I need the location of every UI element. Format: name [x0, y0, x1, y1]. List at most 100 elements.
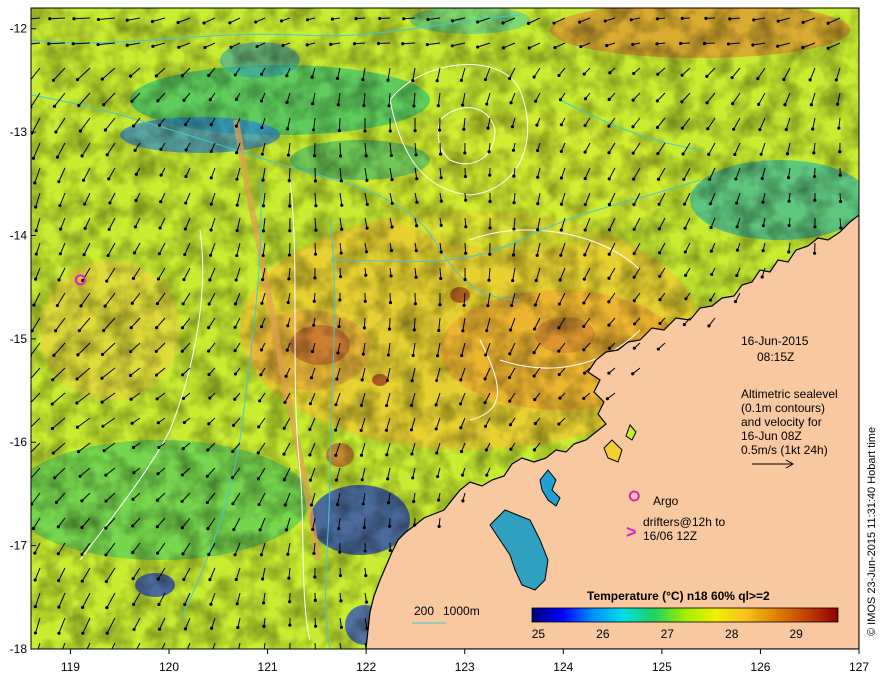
velocity-arrow-head [787, 223, 791, 228]
velocity-arrow-head [156, 472, 160, 476]
velocity-arrow-head [96, 42, 100, 47]
velocity-arrow-head [388, 548, 392, 552]
y-tick-label: -18 [10, 642, 28, 656]
velocity-arrow-head [607, 323, 611, 327]
side-credit: © IMOS 23-Jun-2015 11:31:40 Hobart time [866, 427, 878, 636]
velocity-arrow-head [632, 275, 636, 279]
velocity-arrow-head [130, 301, 134, 305]
velocity-arrow-head [734, 177, 738, 181]
velocity-arrow-head [54, 500, 59, 504]
x-tick-label: 124 [553, 660, 573, 674]
velocity-arrow-head [260, 125, 264, 130]
velocity-arrow-head [233, 397, 237, 401]
velocity-arrow-head [437, 328, 441, 333]
velocity-arrow-head [390, 201, 394, 205]
velocity-arrow-head [157, 252, 161, 256]
velocity-arrow-head [684, 297, 688, 301]
velocity-arrow-head [180, 326, 185, 330]
velocity-arrow-head [155, 397, 159, 401]
velocity-arrow-head [632, 202, 636, 207]
velocity-arrow-head [389, 248, 394, 253]
velocity-arrow-head [508, 328, 513, 332]
velocity-arrow-head [439, 250, 443, 254]
velocity-arrow-head [784, 127, 788, 132]
velocity-arrow-head [210, 650, 213, 653]
velocity-arrow-head [284, 374, 288, 378]
velocity-arrow-head [261, 229, 266, 233]
velocity-arrow-head [105, 631, 109, 635]
velocity-arrow-head [233, 553, 237, 557]
velocity-arrow-head [287, 253, 292, 257]
velocity-arrow-head [557, 73, 561, 78]
velocity-arrow-head [208, 578, 212, 582]
velocity-arrow-head [451, 19, 455, 23]
velocity-arrow-head [305, 43, 309, 47]
velocity-arrow-head [435, 378, 439, 383]
velocity-arrow-head [57, 657, 60, 660]
velocity-arrow-head [182, 98, 186, 102]
velocity-arrow-head [512, 174, 516, 178]
velocity-arrow-head [811, 127, 815, 131]
velocity-arrow-head [308, 453, 312, 457]
velocity-arrow-head [583, 228, 587, 232]
velocity-arrow-head [209, 122, 213, 127]
velocity-arrow-head [288, 650, 291, 653]
velocity-arrow-head [426, 17, 430, 22]
velocity-arrow-head [532, 448, 537, 452]
velocity-arrow-head [680, 16, 684, 21]
velocity-arrow-head [180, 526, 184, 530]
velocity-arrow-head [76, 450, 81, 454]
velocity-arrow-head [184, 651, 187, 654]
velocity-arrow-head [656, 72, 660, 76]
velocity-scale-label: 0.5m/s (1kt 24h) [741, 443, 828, 457]
velocity-arrow-head [231, 476, 235, 480]
velocity-arrow-head [809, 103, 813, 107]
velocity-arrow-head [484, 353, 488, 357]
velocity-arrow-head [206, 527, 210, 531]
velocity-arrow-head [176, 20, 180, 25]
velocity-arrow-head [631, 125, 635, 129]
drifters-legend-line: 16/06 12Z [643, 529, 697, 543]
velocity-arrow-head [631, 42, 635, 47]
velocity-arrow-head [312, 154, 317, 158]
velocity-arrow-head [31, 156, 36, 160]
velocity-arrow-head [760, 275, 764, 279]
velocity-arrow-head [389, 274, 393, 278]
velocity-arrow-head [607, 228, 612, 232]
velocity-arrow-head [401, 42, 405, 46]
velocity-arrow-head [728, 17, 732, 21]
velocity-arrow-head [583, 371, 587, 375]
velocity-arrow-head [709, 225, 713, 230]
velocity-arrow [403, 17, 416, 20]
velocity-arrow-head [813, 198, 817, 202]
velocity-arrow-head [365, 226, 369, 230]
velocity-arrow-head [33, 277, 38, 281]
velocity-arrow-head [759, 152, 763, 156]
velocity-arrow-head [486, 304, 490, 308]
velocity-arrow-head [181, 373, 185, 377]
velocity-arrow-head [735, 248, 740, 252]
velocity-arrow-head [533, 421, 537, 426]
velocity-arrow-head [733, 152, 737, 157]
velocity-arrow-head [438, 303, 442, 307]
velocity-arrow-head [58, 252, 62, 256]
velocity-arrow-head [655, 17, 660, 21]
velocity-arrow-head [459, 78, 464, 82]
velocity-arrow-head [704, 16, 708, 21]
velocity-arrow-head [705, 101, 709, 105]
velocity-arrow-head [582, 277, 586, 281]
velocity-arrow-head [207, 552, 211, 557]
velocity-arrow-head [484, 448, 489, 452]
velocity-arrow-head [104, 473, 108, 477]
velocity-arrow-head [210, 626, 214, 630]
velocity-arrow-head [387, 327, 392, 331]
velocity-arrow-head [488, 252, 492, 256]
velocity-arrow-head [181, 302, 185, 306]
velocity-arrow-head [159, 200, 163, 204]
velocity-arrow-head [58, 227, 63, 231]
velocity-arrow-head [731, 102, 735, 106]
velocity-arrow-head [235, 229, 239, 233]
velocity-arrow-head [132, 251, 137, 255]
velocity-arrow-head [425, 42, 429, 47]
velocity-arrow-head [129, 349, 133, 354]
